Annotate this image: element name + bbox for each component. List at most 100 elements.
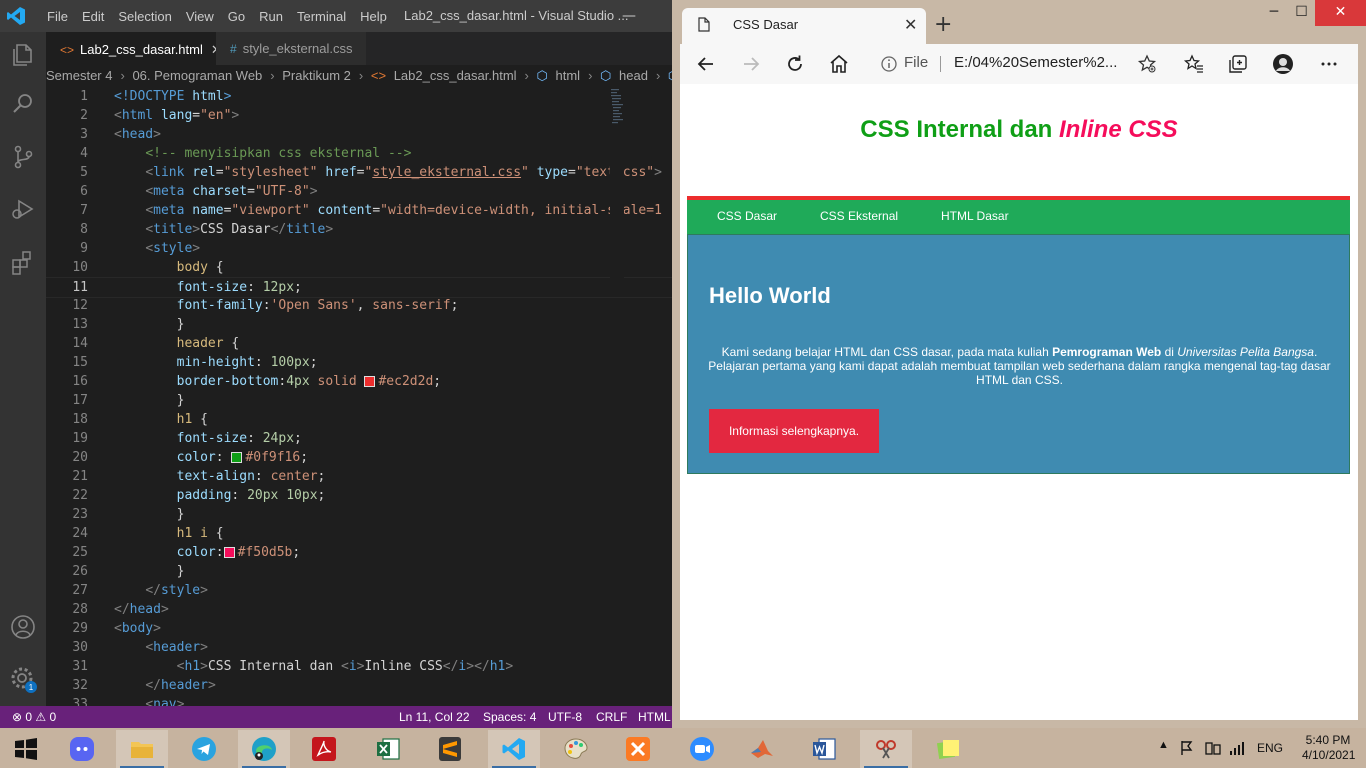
menu-view[interactable]: View — [179, 9, 221, 24]
menu-run[interactable]: Run — [252, 9, 290, 24]
taskbar-vscode[interactable] — [488, 730, 540, 768]
editor-tabs: <> Lab2_css_dasar.html ✕ # style_ekstern… — [46, 32, 672, 66]
vscode-minimize-button[interactable]: — — [622, 8, 636, 24]
tab-title: CSS Dasar — [733, 17, 799, 32]
action-center-flag-icon[interactable] — [1178, 739, 1196, 757]
taskbar-snipping-tool[interactable] — [860, 730, 912, 768]
taskbar-zoom[interactable] — [676, 730, 728, 768]
run-debug-icon[interactable] — [8, 194, 38, 224]
maximize-button[interactable]: ☐ — [1288, 0, 1315, 26]
code-line: <header> — [145, 640, 208, 655]
nav-link-html-dasar[interactable]: HTML Dasar — [941, 209, 1009, 223]
taskbar-edge[interactable] — [238, 730, 290, 768]
settings-gear-icon[interactable]: 1 — [8, 664, 38, 694]
paragraph-text: di — [1161, 345, 1178, 359]
collections-icon[interactable] — [1227, 53, 1249, 75]
extensions-icon[interactable] — [8, 248, 38, 278]
line-number: 19 — [72, 431, 88, 446]
home-icon[interactable] — [828, 53, 850, 75]
more-menu-icon[interactable] — [1318, 53, 1340, 75]
edge-titlebar: CSS Dasar ✕ + ─ ☐ ✕ — [672, 0, 1366, 44]
nav-link-css-eksternal[interactable]: CSS Eksternal — [820, 209, 898, 223]
scissors-icon — [876, 740, 896, 759]
minimize-button[interactable]: ─ — [1260, 0, 1288, 26]
breadcrumb-item[interactable]: html — [556, 68, 581, 83]
tab-close-icon[interactable]: ✕ — [904, 15, 917, 34]
taskbar-sublime[interactable] — [424, 730, 476, 768]
code-line: } — [114, 317, 185, 332]
taskbar-word[interactable] — [798, 730, 850, 768]
input-language[interactable]: ENG — [1257, 741, 1283, 755]
close-button[interactable]: ✕ — [1315, 0, 1366, 26]
menu-help[interactable]: Help — [353, 9, 394, 24]
code-editor[interactable]: 1 <!DOCTYPE html> 2 <html lang="en"> 3 <hea… — [46, 87, 672, 706]
clock[interactable]: 5:40 PM 4/10/2021 — [1302, 733, 1355, 763]
taskbar-matlab[interactable] — [736, 730, 788, 768]
taskbar-xampp[interactable] — [612, 730, 664, 768]
encoding-status[interactable]: UTF-8 — [548, 710, 582, 724]
more-info-button[interactable]: Informasi selengkapnya. — [709, 409, 879, 453]
hero-title: Hello World — [709, 283, 831, 308]
chevron-up-icon[interactable]: ▲ — [1158, 739, 1169, 751]
menu-go[interactable]: Go — [221, 9, 252, 24]
breadcrumb-item[interactable]: 06. Pemograman Web — [132, 68, 262, 83]
signal-bars-icon[interactable] — [1228, 739, 1246, 757]
line-number: 22 — [72, 488, 88, 503]
code-line: } — [114, 507, 185, 522]
sticky-notes-icon — [936, 740, 959, 760]
browser-tab[interactable]: CSS Dasar ✕ — [682, 8, 926, 44]
breadcrumb-item[interactable]: Semester 4 — [46, 68, 112, 83]
hero-paragraph: Kami sedang belajar HTML dan CSS dasar, … — [706, 345, 1333, 387]
taskbar-paint[interactable] — [550, 730, 602, 768]
forward-arrow-icon[interactable] — [740, 53, 762, 75]
taskbar-telegram[interactable] — [178, 730, 230, 768]
new-tab-button[interactable]: + — [934, 12, 952, 37]
browser-toolbar: File E:/04%20Semester%2... — [680, 44, 1358, 84]
favorites-icon[interactable] — [1183, 53, 1205, 75]
add-favorite-icon[interactable] — [1136, 53, 1158, 75]
nav-link-css-dasar[interactable]: CSS Dasar — [717, 209, 777, 223]
taskbar-file-explorer[interactable] — [116, 730, 168, 768]
taskbar-excel[interactable] — [362, 730, 414, 768]
taskbar-discord[interactable] — [56, 730, 108, 768]
taskbar-sticky-notes[interactable] — [922, 730, 974, 768]
vscode-window-title: Lab2_css_dasar.html - Visual Studio ... — [404, 8, 629, 23]
profile-avatar-icon[interactable] — [1272, 53, 1294, 75]
info-icon[interactable] — [880, 55, 898, 73]
breadcrumb-item[interactable]: head — [619, 68, 648, 83]
tab-lab2-css-dasar[interactable]: <> Lab2_css_dasar.html ✕ — [46, 32, 222, 66]
start-button[interactable] — [0, 730, 52, 768]
hero-section: Hello World Kami sedang belajar HTML dan… — [687, 234, 1350, 474]
line-number: 16 — [72, 374, 88, 389]
breadcrumb-item[interactable]: Praktikum 2 — [282, 68, 351, 83]
code-line: </style> — [145, 583, 208, 598]
zoom-icon — [690, 737, 714, 761]
indentation-status[interactable]: Spaces: 4 — [483, 710, 536, 724]
search-icon[interactable] — [8, 89, 38, 119]
tab-style-eksternal[interactable]: # style_eksternal.css — [216, 32, 366, 65]
breadcrumb-item[interactable]: Lab2_css_dasar.html — [394, 68, 517, 83]
code-line: <link rel="stylesheet" href="style_ekste… — [145, 165, 662, 180]
code-line: <head> — [114, 127, 161, 142]
cursor-position[interactable]: Ln 11, Col 22 — [399, 710, 470, 724]
back-arrow-icon[interactable] — [695, 53, 717, 75]
language-mode[interactable]: HTML — [638, 710, 671, 724]
explorer-icon[interactable] — [8, 40, 38, 70]
minimap[interactable] — [610, 87, 624, 287]
paragraph-bold: Pemrograman Web — [1052, 345, 1162, 359]
problems-status[interactable]: ⊗ 0 ⚠ 0 — [12, 710, 56, 724]
battery-plug-icon[interactable] — [1204, 739, 1222, 757]
line-number: 14 — [72, 336, 88, 351]
source-control-icon[interactable] — [8, 142, 38, 172]
taskbar-acrobat[interactable] — [298, 730, 350, 768]
menu-file[interactable]: File — [40, 9, 75, 24]
line-number: 31 — [72, 659, 88, 674]
menu-terminal[interactable]: Terminal — [290, 9, 353, 24]
refresh-icon[interactable] — [784, 53, 806, 75]
menu-edit[interactable]: Edit — [75, 9, 111, 24]
address-bar[interactable]: File E:/04%20Semester%2... — [868, 48, 1166, 80]
accounts-icon[interactable] — [8, 612, 38, 642]
menu-selection[interactable]: Selection — [111, 9, 178, 24]
address-url[interactable]: E:/04%20Semester%2... — [954, 54, 1117, 71]
eol-status[interactable]: CRLF — [596, 710, 627, 724]
